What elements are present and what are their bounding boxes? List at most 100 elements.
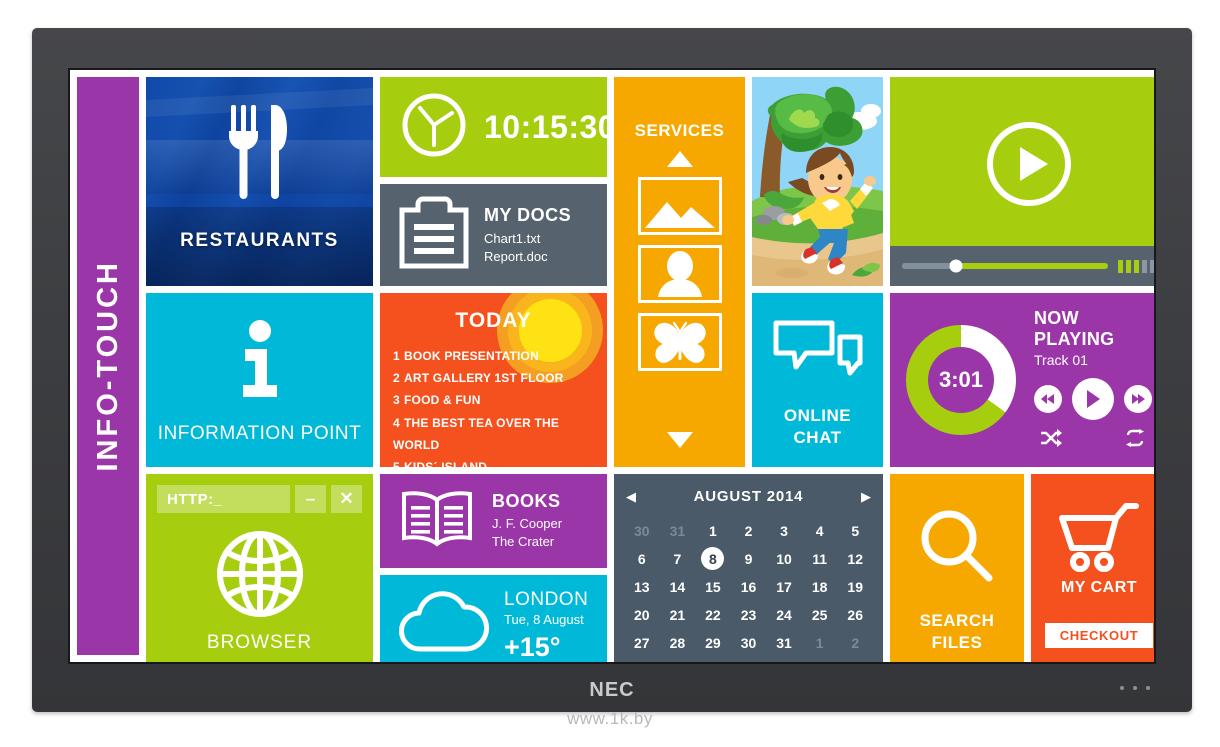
tile-restaurants[interactable]: RESTAURANTS	[146, 77, 373, 286]
calendar-day-cell[interactable]: 2	[731, 518, 767, 543]
calendar-day-cell[interactable]: 10	[766, 546, 802, 571]
calendar-day-label: 1	[709, 522, 717, 539]
tile-browser[interactable]: HTTP:_ – ✕ BROWSER	[146, 474, 373, 662]
calendar-day-cell[interactable]: 5	[837, 518, 873, 543]
tile-now-playing[interactable]: 3:01 NOW PLAYING Track 01	[890, 293, 1154, 467]
browser-minimize-button[interactable]: –	[295, 485, 326, 513]
calendar-day-label: 3	[780, 522, 788, 539]
calendar-day-cell[interactable]: 25	[802, 602, 838, 627]
calendar-day-label: 15	[705, 578, 721, 595]
calendar-day-cell[interactable]: 23	[731, 602, 767, 627]
tile-information-point[interactable]: INFORMATION POINT	[146, 293, 373, 467]
track-progress-donut: 3:01	[906, 325, 1016, 435]
weather-temperature: +15°	[504, 631, 561, 662]
calendar-day-cell[interactable]: 30	[731, 630, 767, 655]
calendar-day-cell[interactable]: 1	[695, 518, 731, 543]
tile-today-title: TODAY	[455, 309, 532, 332]
video-progress-knob[interactable]	[949, 259, 963, 273]
list-item: 2 ART GALLERY 1ST FLOOR	[393, 371, 564, 386]
tile-books[interactable]: BOOKS J. F. Cooper The Crater	[380, 474, 607, 568]
services-scroll-up-icon[interactable]	[614, 150, 745, 168]
calendar-day-cell[interactable]: 15	[695, 574, 731, 599]
globe-icon	[146, 530, 373, 618]
calendar-next-button[interactable]: ▶	[861, 489, 871, 505]
photo-icon[interactable]	[637, 177, 722, 235]
doc-file-1[interactable]: Chart1.txt	[484, 230, 571, 248]
tile-online-chat[interactable]: ONLINE CHAT	[752, 293, 883, 467]
calendar-day-cell[interactable]: 7	[660, 546, 696, 571]
calendar-day-cell[interactable]: 22	[695, 602, 731, 627]
tile-today[interactable]: TODAY 1 BOOK PRESENTATION 2 ART GALLERY 1S…	[380, 293, 607, 467]
shuffle-icon[interactable]	[1040, 429, 1062, 452]
calendar-day-cell[interactable]: 27	[624, 630, 660, 655]
calendar-day-cell[interactable]: 12	[837, 546, 873, 571]
rewind-icon[interactable]	[1034, 385, 1062, 413]
browser-window-bar: HTTP:_ – ✕	[157, 485, 362, 513]
calendar-day-cell[interactable]: 31	[660, 518, 696, 543]
calendar-day-cell[interactable]: 6	[624, 546, 660, 571]
tile-my-docs[interactable]: MY DOCS Chart1.txt Report.doc	[380, 184, 607, 286]
calendar-day-cell[interactable]: 4	[802, 518, 838, 543]
calendar-day-cell[interactable]: 31	[766, 630, 802, 655]
checkout-button[interactable]: CHECKOUT	[1045, 623, 1153, 648]
services-scroll-down-icon[interactable]	[614, 431, 745, 449]
calendar-day-label: 27	[633, 634, 650, 651]
person-icon[interactable]	[637, 245, 722, 303]
calendar-day-label: 29	[705, 634, 721, 651]
doc-file-2[interactable]: Report.doc	[484, 248, 571, 266]
book-author: J. F. Cooper	[492, 516, 563, 532]
calendar-day-cell[interactable]: 11	[802, 546, 838, 571]
sidebar-brand[interactable]: INFO-TOUCH	[77, 77, 139, 655]
tile-services[interactable]: SERVICES	[614, 77, 745, 467]
calendar-day-label: 17	[776, 578, 792, 595]
browser-close-button[interactable]: ✕	[331, 485, 362, 513]
tile-kids-illustration[interactable]	[752, 77, 883, 286]
repeat-icon[interactable]	[1124, 429, 1146, 452]
tile-information-point-label: INFORMATION POINT	[157, 423, 362, 444]
calendar-day-cell[interactable]: 2	[837, 630, 873, 655]
calendar-day-cell[interactable]: 28	[660, 630, 696, 655]
tile-search-files-label: SEARCH FILES	[890, 610, 1024, 654]
calendar-day-label: 26	[847, 606, 863, 623]
video-progress-slider[interactable]	[902, 259, 1108, 273]
calendar-day-cell[interactable]: 17	[766, 574, 802, 599]
calendar-day-cell[interactable]: 13	[624, 574, 660, 599]
calendar-day-cell[interactable]: 21	[660, 602, 696, 627]
calendar-day-label: 5	[851, 522, 860, 539]
calendar-day-label: 23	[740, 606, 757, 623]
browser-url-input[interactable]: HTTP:_	[157, 485, 290, 513]
tile-restaurants-label: RESTAURANTS	[180, 230, 339, 251]
calendar-day-cell[interactable]: 1	[802, 630, 838, 655]
calendar-day-cell[interactable]: 14	[660, 574, 696, 599]
calendar-day-cell[interactable]: 24	[766, 602, 802, 627]
calendar-month-title: AUGUST 2014	[693, 488, 804, 505]
calendar-day-cell[interactable]: 3	[766, 518, 802, 543]
open-book-icon	[398, 488, 476, 555]
services-thumbnail-list	[614, 177, 745, 371]
calendar-day-cell[interactable]: 16	[731, 574, 767, 599]
tile-video-player[interactable]	[890, 77, 1154, 286]
tile-my-cart[interactable]: MY CART CHECKOUT	[1031, 474, 1154, 662]
calendar-day-cell[interactable]: 18	[802, 574, 838, 599]
butterfly-icon[interactable]	[637, 313, 722, 371]
calendar-day-label: 22	[705, 606, 721, 623]
tile-browser-label: BROWSER	[206, 632, 313, 653]
play-icon[interactable]	[1072, 378, 1114, 420]
calendar-day-cell[interactable]: 8	[695, 546, 731, 571]
tile-search-files[interactable]: SEARCH FILES	[890, 474, 1024, 662]
video-progress-elapsed	[902, 263, 956, 269]
chat-label-line-1: ONLINE	[783, 405, 852, 425]
tile-clock[interactable]: 10:15:30	[380, 77, 607, 177]
tile-weather[interactable]: LONDON Tue, 8 August +15°	[380, 575, 607, 662]
fast-forward-icon[interactable]	[1124, 385, 1152, 413]
calendar-day-cell[interactable]: 26	[837, 602, 873, 627]
calendar-day-cell[interactable]: 30	[624, 518, 660, 543]
calendar-prev-button[interactable]: ◀	[626, 489, 636, 505]
tile-calendar[interactable]: ◀ AUGUST 2014 ▶ 30 31 1 2 3 4 5 6 7 8 9 10 11 12 13 14 1…	[614, 474, 883, 662]
calendar-day-cell[interactable]: 9	[731, 546, 767, 571]
calendar-day-cell[interactable]: 20	[624, 602, 660, 627]
calendar-day-cell[interactable]: 29	[695, 630, 731, 655]
calendar-day-grid: 30 31 1 2 3 4 5 6 7 8 9 10 11 12 13 14 15 16 17 18 19 20 21 22 2…	[624, 518, 873, 655]
play-circle-icon[interactable]	[890, 121, 1154, 207]
calendar-day-cell[interactable]: 19	[837, 574, 873, 599]
